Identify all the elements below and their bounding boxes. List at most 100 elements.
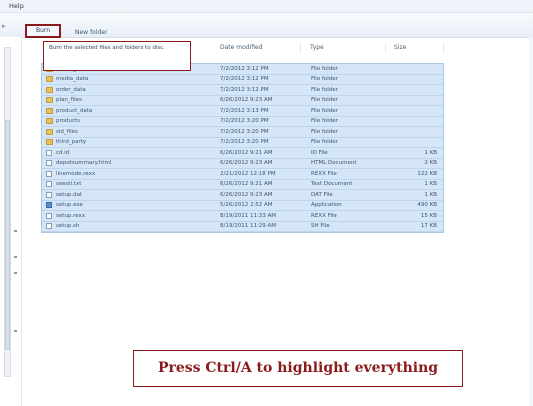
folder-icon bbox=[46, 76, 53, 82]
file-name: sid_files bbox=[56, 128, 78, 135]
file-name: linemode.rexx bbox=[56, 170, 96, 177]
file-icon bbox=[46, 181, 52, 187]
file-row[interactable]: linemode.rexx 2/21/2012 12:18 PM REXX File… bbox=[42, 169, 443, 180]
right-scrollbar[interactable] bbox=[529, 37, 533, 406]
file-row[interactable]: plan_files 6/26/2012 9:23 AM File folder bbox=[42, 95, 443, 106]
file-type: Text Document bbox=[311, 181, 353, 187]
file-date: 7/2/2012 3:20 PM bbox=[220, 118, 269, 124]
file-date: 8/19/2011 11:33 AM bbox=[220, 212, 277, 219]
file-icon bbox=[46, 170, 52, 177]
nav-expand-arrow-icon[interactable] bbox=[14, 330, 17, 332]
column-header-type[interactable]: Type bbox=[310, 44, 324, 51]
file-date: 5/26/2012 2:52 AM bbox=[220, 202, 273, 208]
file-row[interactable]: sid_files 7/2/2012 3:20 PM File folder bbox=[42, 127, 443, 138]
file-row[interactable]: product_data 7/2/2012 3:13 PM File folder bbox=[42, 106, 443, 117]
nav-scrollbar-thumb[interactable] bbox=[5, 120, 10, 350]
file-row[interactable]: setup.dat 6/26/2012 9:23 AM DAT File 1 KB bbox=[42, 190, 443, 201]
file-type: DAT File bbox=[311, 191, 333, 198]
file-row[interactable]: media_data 7/2/2012 3:12 PM File folder bbox=[42, 74, 443, 85]
file-date: 7/2/2012 3:20 PM bbox=[220, 139, 269, 145]
file-name: cd.id bbox=[56, 149, 70, 156]
file-date: 6/26/2012 9:23 AM bbox=[220, 160, 273, 166]
file-name: setup.exe bbox=[56, 202, 83, 208]
folder-icon bbox=[46, 139, 53, 145]
column-header-date[interactable]: Date modified bbox=[220, 44, 263, 51]
file-name: order_data bbox=[56, 86, 86, 93]
column-divider[interactable] bbox=[385, 43, 386, 53]
file-date: 6/26/2012 9:23 AM bbox=[220, 191, 273, 198]
file-name: plan_files bbox=[56, 97, 82, 103]
chevron-right-icon: ▸ bbox=[2, 22, 6, 30]
file-name: products bbox=[56, 118, 81, 124]
file-date: 6/26/2012 9:21 AM bbox=[220, 149, 273, 156]
file-type: File folder bbox=[311, 128, 338, 135]
file-size: 122 KB bbox=[417, 170, 437, 177]
file-date: 7/2/2012 3:20 PM bbox=[220, 128, 269, 135]
file-type: Application bbox=[311, 202, 342, 208]
file-row[interactable]: setup.sh 8/19/2011 11:29 AM SH File 17 KB bbox=[42, 221, 443, 232]
nav-expand-arrow-icon[interactable] bbox=[14, 230, 17, 232]
file-type: File folder bbox=[311, 76, 338, 82]
folder-icon bbox=[46, 128, 53, 135]
file-size: 1 KB bbox=[424, 149, 437, 156]
file-name: third_party bbox=[56, 139, 87, 145]
file-type: File folder bbox=[311, 118, 338, 124]
file-date: 6/26/2012 9:21 AM bbox=[220, 181, 273, 187]
file-type: REXX File bbox=[311, 212, 337, 219]
file-list[interactable]: media_disc7/2/2012 3:12 PMFile foldermed… bbox=[41, 63, 444, 233]
burn-button[interactable]: Burn bbox=[25, 24, 61, 38]
app-icon bbox=[46, 202, 52, 208]
new-folder-button[interactable]: New folder bbox=[75, 29, 107, 36]
file-icon bbox=[46, 149, 52, 156]
file-date: 2/21/2012 12:18 PM bbox=[220, 170, 276, 177]
file-date: 7/2/2012 3:12 PM bbox=[220, 65, 269, 72]
file-row[interactable]: setup.rexx 8/19/2011 11:33 AM REXX File 15 … bbox=[42, 211, 443, 222]
file-name: setup.dat bbox=[56, 191, 83, 198]
file-icon bbox=[46, 212, 52, 219]
file-size: 17 KB bbox=[420, 223, 437, 229]
burn-tooltip: Burn the selected files and folders to d… bbox=[43, 41, 191, 71]
file-type: File folder bbox=[311, 107, 338, 114]
file-icon bbox=[46, 191, 52, 198]
folder-icon bbox=[46, 107, 53, 114]
file-row[interactable]: third_party 7/2/2012 3:20 PM File folder bbox=[42, 137, 443, 148]
file-row[interactable]: depotsummary.html 6/26/2012 9:23 AM HTML D… bbox=[42, 158, 443, 169]
file-row[interactable]: setup.exe 5/26/2012 2:52 AM Application 490… bbox=[42, 200, 443, 211]
file-size: 490 KB bbox=[417, 202, 437, 208]
file-date: 7/2/2012 3:12 PM bbox=[220, 86, 269, 93]
file-size: 1 KB bbox=[424, 181, 437, 187]
file-name: product_data bbox=[56, 107, 93, 114]
file-row[interactable]: products 7/2/2012 3:20 PM File folder bbox=[42, 116, 443, 127]
file-type: File folder bbox=[311, 86, 338, 93]
instruction-caption: Press Ctrl/A to highlight everything bbox=[133, 350, 463, 387]
file-name: media_data bbox=[56, 76, 89, 82]
menu-help[interactable]: Help bbox=[9, 2, 24, 10]
file-name: depotsummary.html bbox=[56, 160, 112, 166]
file-size: 15 KB bbox=[420, 212, 437, 219]
folder-icon bbox=[46, 86, 53, 93]
file-date: 7/2/2012 3:12 PM bbox=[220, 76, 269, 82]
file-date: 7/2/2012 3:13 PM bbox=[220, 107, 269, 114]
file-type: HTML Document bbox=[311, 160, 357, 166]
column-header-size[interactable]: Size bbox=[394, 44, 406, 51]
file-row[interactable]: seeoil.txt 6/26/2012 9:21 AM Text Document… bbox=[42, 179, 443, 190]
file-name: seeoil.txt bbox=[56, 181, 82, 187]
nav-expand-arrow-icon[interactable] bbox=[14, 272, 17, 274]
column-divider[interactable] bbox=[443, 43, 444, 53]
file-type: REXX File bbox=[311, 170, 337, 177]
file-type: SH File bbox=[311, 223, 330, 229]
file-name: setup.sh bbox=[56, 223, 80, 229]
column-divider[interactable] bbox=[300, 43, 301, 53]
file-size: 2 KB bbox=[424, 160, 437, 166]
folder-icon bbox=[46, 118, 53, 124]
file-icon bbox=[46, 223, 52, 229]
menu-bar: Help bbox=[0, 0, 533, 13]
file-name: setup.rexx bbox=[56, 212, 86, 219]
file-type: File folder bbox=[311, 139, 338, 145]
file-row[interactable]: order_data 7/2/2012 3:12 PM File folder bbox=[42, 85, 443, 96]
file-row[interactable]: cd.id 6/26/2012 9:21 AM ID File 1 KB bbox=[42, 148, 443, 159]
html-file-icon bbox=[46, 160, 52, 166]
nav-expand-arrow-icon[interactable] bbox=[14, 256, 17, 258]
file-type: ID File bbox=[311, 149, 328, 156]
file-type: File folder bbox=[311, 97, 338, 103]
